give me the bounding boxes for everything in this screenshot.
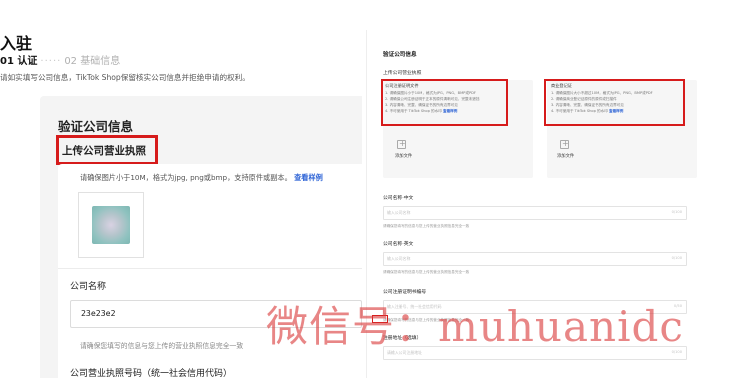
company-name-cn-input[interactable]: 输入公司名称 0/100: [383, 206, 687, 220]
add-file-icon[interactable]: [560, 139, 569, 149]
upload-a-requirements: 1. 请确保图片小于10M，格式为JPG、PNG、BMP或PDF 2. 请确保公…: [385, 90, 479, 114]
field-hint: 请确保您填写的信息与您上传的营业执照信息完全一致: [383, 224, 470, 228]
upload-b-title: 商业登记证: [551, 83, 572, 88]
step-2: 02 基础信息: [64, 56, 121, 67]
page-hint: 请如实填写公司信息，TikTok Shop保留核实公司信息并拒绝申请的权利。: [0, 73, 250, 82]
upload-b-line: 4. 不可使用于 TikTok Shop 的水印 查看样例: [551, 108, 653, 114]
add-file-button[interactable]: 添加文件: [557, 153, 574, 159]
view-sample-link[interactable]: 查看样例: [294, 173, 323, 182]
license-code-label: 公司营业执照号码（统一社会信用代码）: [70, 369, 233, 378]
upload-b-sample-link[interactable]: 查看样例: [609, 109, 623, 113]
char-counter: 0/100: [671, 210, 682, 214]
company-name-label: 公司名称: [70, 282, 107, 292]
right-upload-label: 上传公司营业执照: [383, 71, 422, 76]
license-image: [92, 206, 130, 244]
uploaded-license-thumbnail[interactable]: [78, 192, 144, 258]
divider: [58, 268, 362, 269]
company-name-en-label: 公司名称·英文: [383, 242, 414, 247]
add-file-button[interactable]: 添加文件: [395, 153, 412, 159]
watermark-text: 微信号：muhuanidc: [266, 302, 684, 351]
upload-a-line: 4. 不可使用于 TikTok Shop 的水印 查看样例: [385, 108, 479, 114]
section-title: 验证公司信息: [58, 119, 134, 134]
step-1-current: 01 认证: [0, 56, 38, 67]
upload-requirements: 请确保图片小于10M，格式为jpg, png或bmp，支持原件或副本。 查看样例: [80, 173, 323, 183]
registration-number-label: 公司注册证明书编号: [383, 290, 427, 295]
upload-b-line-text: 4. 不可使用于 TikTok Shop 的水印: [551, 109, 608, 113]
upload-a-title: 公司注册证明文件: [385, 83, 419, 88]
upload-a-sample-link[interactable]: 查看样例: [443, 109, 457, 113]
page-title: 入驻: [0, 34, 33, 53]
company-name-en-input[interactable]: 输入公司名称 0/100: [383, 252, 687, 266]
add-file-icon[interactable]: [397, 139, 406, 149]
step-separator: ·····: [40, 56, 62, 67]
char-counter: 0/100: [671, 256, 682, 260]
input-placeholder: 输入公司名称: [387, 256, 411, 261]
right-section-title: 验证公司信息: [383, 52, 417, 58]
upload-requirements-text: 请确保图片小于10M，格式为jpg, png或bmp，支持原件或副本。: [80, 173, 292, 182]
company-name-hint: 请确保您填写的信息与您上传的营业执照信息完全一致: [80, 342, 244, 350]
upload-license-label: 上传公司营业执照: [62, 145, 146, 157]
field-hint: 请确保您填写的信息与您上传的营业执照信息完全一致: [383, 270, 470, 274]
upload-b-requirements: 1. 请确保图片大小不超过10M，格式为JPG、PNG、BMP或PDF 2. 请…: [551, 90, 653, 114]
step-indicator: 01 认证 ····· 02 基础信息: [0, 52, 120, 67]
input-placeholder: 输入公司名称: [387, 210, 411, 215]
company-name-cn-label: 公司名称·中文: [383, 196, 414, 201]
upload-a-line-text: 4. 不可使用于 TikTok Shop 的水印: [385, 109, 442, 113]
